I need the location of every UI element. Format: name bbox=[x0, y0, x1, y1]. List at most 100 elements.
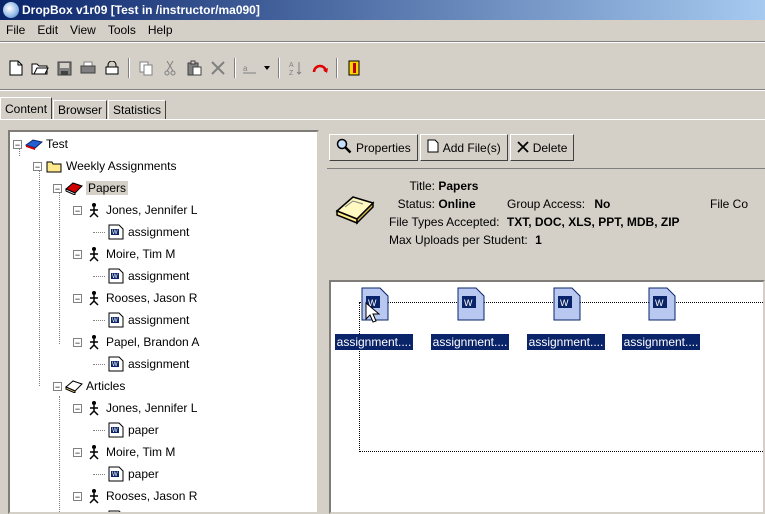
window-title: DropBox v1r09 [Test in /instructor/ma090… bbox=[22, 3, 260, 17]
tree-node-file[interactable]: W assignment bbox=[93, 222, 189, 242]
paste-icon[interactable] bbox=[182, 56, 206, 80]
folder-icon bbox=[45, 158, 63, 174]
tree-node-student[interactable]: − Rooses, Jason R bbox=[73, 288, 197, 308]
collapse-icon[interactable]: − bbox=[73, 447, 82, 457]
menu-bar: File Edit View Tools Help bbox=[0, 20, 765, 39]
tree-label: Papel, Brandon A bbox=[106, 335, 200, 349]
collapse-icon[interactable]: − bbox=[73, 205, 82, 215]
tree-node-student[interactable]: − Rooses, Jason R bbox=[73, 486, 197, 506]
svg-text:W: W bbox=[464, 298, 473, 308]
info-file-co-label: File Co bbox=[710, 197, 749, 211]
dropbox-tray-icon bbox=[65, 378, 83, 394]
tree-node-file[interactable]: W paper bbox=[93, 420, 159, 440]
rename-dropdown-icon[interactable]: a bbox=[240, 56, 274, 80]
tree-label: Moire, Tim M bbox=[106, 445, 176, 459]
collapse-icon[interactable]: − bbox=[13, 139, 22, 149]
properties-button[interactable]: Properties bbox=[329, 134, 418, 161]
word-doc-icon: W bbox=[107, 268, 125, 284]
word-doc-icon: W bbox=[107, 224, 125, 240]
tree-connector bbox=[93, 363, 105, 365]
info-group-access-value: No bbox=[594, 197, 611, 211]
collapse-icon[interactable]: − bbox=[73, 249, 82, 259]
copy-icon[interactable] bbox=[134, 56, 158, 80]
info-title-value: Papers bbox=[438, 179, 479, 193]
tree-node-folder[interactable]: − Weekly Assignments bbox=[33, 156, 177, 176]
svg-text:W: W bbox=[112, 472, 118, 478]
file-item[interactable]: W assignment.... bbox=[616, 286, 706, 350]
tree-node-file[interactable]: W assignment bbox=[93, 266, 189, 286]
tab-statistics[interactable]: Statistics bbox=[108, 100, 167, 119]
collapse-icon[interactable]: − bbox=[33, 161, 42, 171]
svg-text:W: W bbox=[112, 428, 118, 434]
tree-node-student[interactable]: − Jones, Jennifer L bbox=[73, 398, 197, 418]
save-icon[interactable] bbox=[52, 56, 76, 80]
file-label: assignment.... bbox=[526, 334, 606, 350]
info-status-label: Status: bbox=[397, 197, 435, 211]
tree-node-file[interactable]: W assignment bbox=[93, 310, 189, 330]
student-icon bbox=[85, 400, 103, 416]
svg-text:W: W bbox=[112, 230, 118, 236]
tab-browser[interactable]: Browser bbox=[53, 100, 108, 119]
title-bar[interactable]: DropBox v1r09 [Test in /instructor/ma090… bbox=[0, 0, 765, 20]
collapse-icon[interactable]: − bbox=[73, 337, 82, 347]
info-status-value: Online bbox=[438, 197, 476, 211]
lock-icon[interactable] bbox=[100, 56, 124, 80]
svg-text:a: a bbox=[243, 64, 248, 73]
info-file-types-row: File Types Accepted: TXT, DOC, XLS, PPT,… bbox=[389, 215, 680, 229]
word-doc-icon: W bbox=[107, 422, 125, 438]
file-item[interactable]: W assignment.... bbox=[521, 286, 611, 350]
tree-node-student[interactable]: − Papel, Brandon A bbox=[73, 332, 199, 352]
tree-node-papers[interactable]: − Papers bbox=[53, 178, 129, 198]
collapse-icon[interactable]: − bbox=[73, 293, 82, 303]
word-doc-icon: W bbox=[107, 312, 125, 328]
file-label: assignment.... bbox=[621, 334, 701, 350]
collapse-icon[interactable]: − bbox=[53, 381, 62, 391]
collapse-icon[interactable]: − bbox=[73, 491, 82, 501]
pane-splitter[interactable] bbox=[319, 130, 327, 514]
file-list-view[interactable]: W assignment.... W assignment.... W assi… bbox=[329, 280, 765, 514]
tree-node-root[interactable]: − Test bbox=[13, 134, 68, 154]
menu-tools[interactable]: Tools bbox=[102, 23, 142, 37]
delete-x-icon bbox=[517, 140, 529, 156]
tree-node-student[interactable]: − Moire, Tim M bbox=[73, 442, 175, 462]
menu-view[interactable]: View bbox=[64, 23, 102, 37]
tree-node-file[interactable]: W paper bbox=[93, 464, 159, 484]
content-tree[interactable]: − Test − Weekly Assignments − Papers − J… bbox=[8, 130, 319, 514]
sort-icon[interactable]: AZ bbox=[284, 56, 308, 80]
tree-node-file[interactable]: W assignment bbox=[93, 354, 189, 374]
tree-label: paper bbox=[128, 467, 159, 481]
magnifier-icon bbox=[336, 138, 352, 157]
file-item[interactable]: W assignment.... bbox=[425, 286, 515, 350]
cut-icon[interactable] bbox=[158, 56, 182, 80]
tab-panel-edge bbox=[0, 119, 765, 120]
tree-node-articles[interactable]: − Articles bbox=[53, 376, 125, 396]
info-title-label: Title: bbox=[409, 179, 435, 193]
dropbox-tray-icon bbox=[335, 191, 375, 231]
word-doc-icon: W bbox=[645, 286, 677, 322]
menu-help[interactable]: Help bbox=[142, 23, 179, 37]
menu-file[interactable]: File bbox=[0, 23, 31, 37]
add-files-button[interactable]: Add File(s) bbox=[419, 134, 508, 161]
tab-content[interactable]: Content bbox=[0, 97, 53, 119]
tree-label: Moire, Tim M bbox=[106, 247, 176, 261]
action-buttons: Properties Add File(s) Delete bbox=[329, 134, 576, 161]
delete-label: Delete bbox=[532, 140, 568, 155]
tree-node-student[interactable]: − Moire, Tim M bbox=[73, 244, 175, 264]
delete-button[interactable]: Delete bbox=[509, 134, 575, 161]
new-file-icon[interactable] bbox=[4, 56, 28, 80]
collapse-icon[interactable]: − bbox=[73, 403, 82, 413]
tree-label: Jones, Jennifer L bbox=[106, 401, 198, 415]
menu-edit[interactable]: Edit bbox=[31, 23, 64, 37]
svg-text:Z: Z bbox=[289, 70, 294, 76]
exit-icon[interactable] bbox=[342, 56, 366, 80]
refresh-icon[interactable] bbox=[308, 56, 332, 80]
collapse-icon[interactable]: − bbox=[53, 183, 62, 193]
print-icon[interactable] bbox=[76, 56, 100, 80]
tree-node-file[interactable] bbox=[93, 508, 128, 512]
add-files-label: Add File(s) bbox=[442, 140, 501, 155]
open-folder-icon[interactable] bbox=[28, 56, 52, 80]
tree-node-student[interactable]: − Jones, Jennifer L bbox=[73, 200, 197, 220]
delete-icon[interactable] bbox=[206, 56, 230, 80]
tree-label: assignment bbox=[128, 313, 190, 327]
word-doc-icon: W bbox=[107, 356, 125, 372]
